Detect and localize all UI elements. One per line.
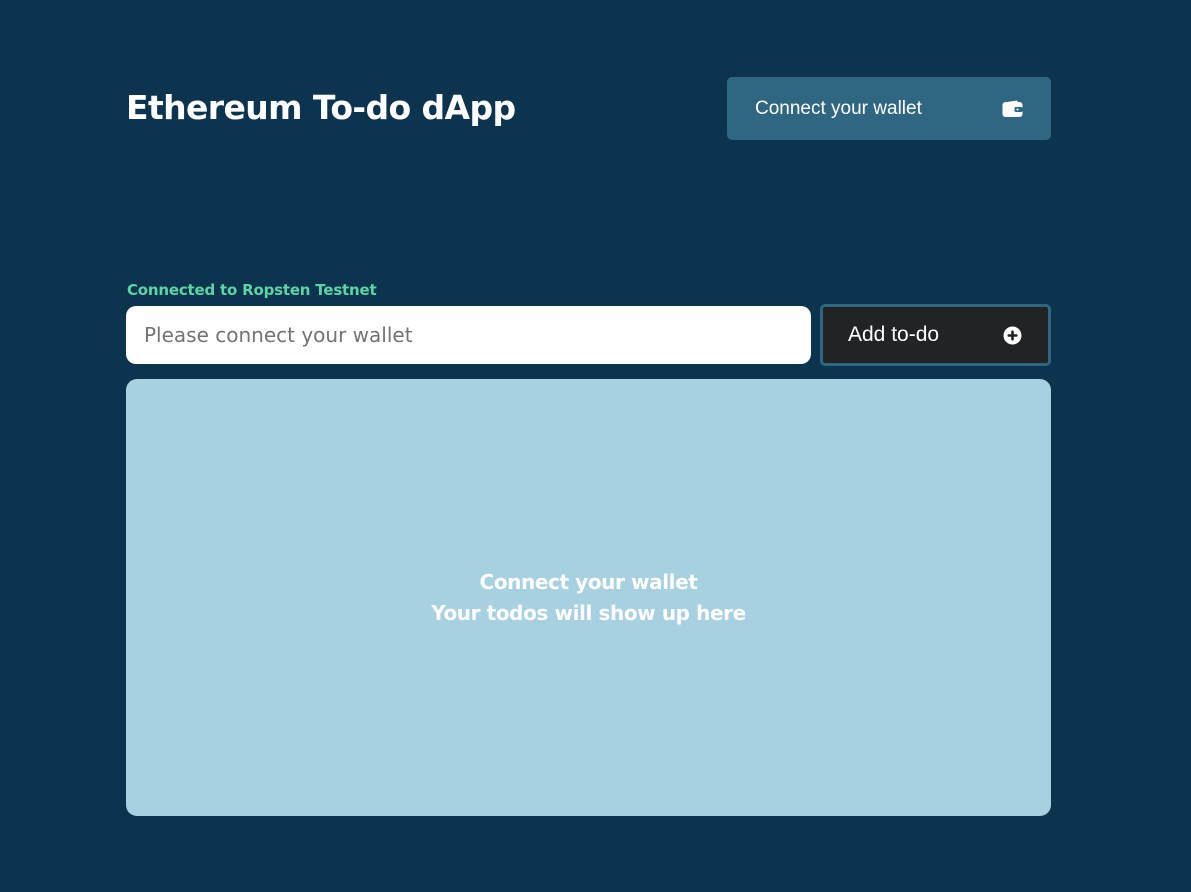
network-status: Connected to Ropsten Testnet xyxy=(127,281,377,299)
app-title: Ethereum To-do dApp xyxy=(126,88,516,127)
todo-list-panel: Connect your wallet Your todos will show… xyxy=(126,379,1051,816)
add-todo-button[interactable]: Add to-do xyxy=(820,304,1051,366)
connect-wallet-button[interactable]: Connect your wallet xyxy=(727,77,1051,140)
empty-state-subtitle: Your todos will show up here xyxy=(431,600,746,625)
empty-state-title: Connect your wallet xyxy=(479,569,698,594)
wallet-icon xyxy=(1002,100,1023,118)
plus-circle-icon xyxy=(1003,326,1022,345)
todo-input[interactable] xyxy=(126,306,811,364)
connect-wallet-label: Connect your wallet xyxy=(755,97,922,119)
add-todo-label: Add to-do xyxy=(848,323,940,346)
